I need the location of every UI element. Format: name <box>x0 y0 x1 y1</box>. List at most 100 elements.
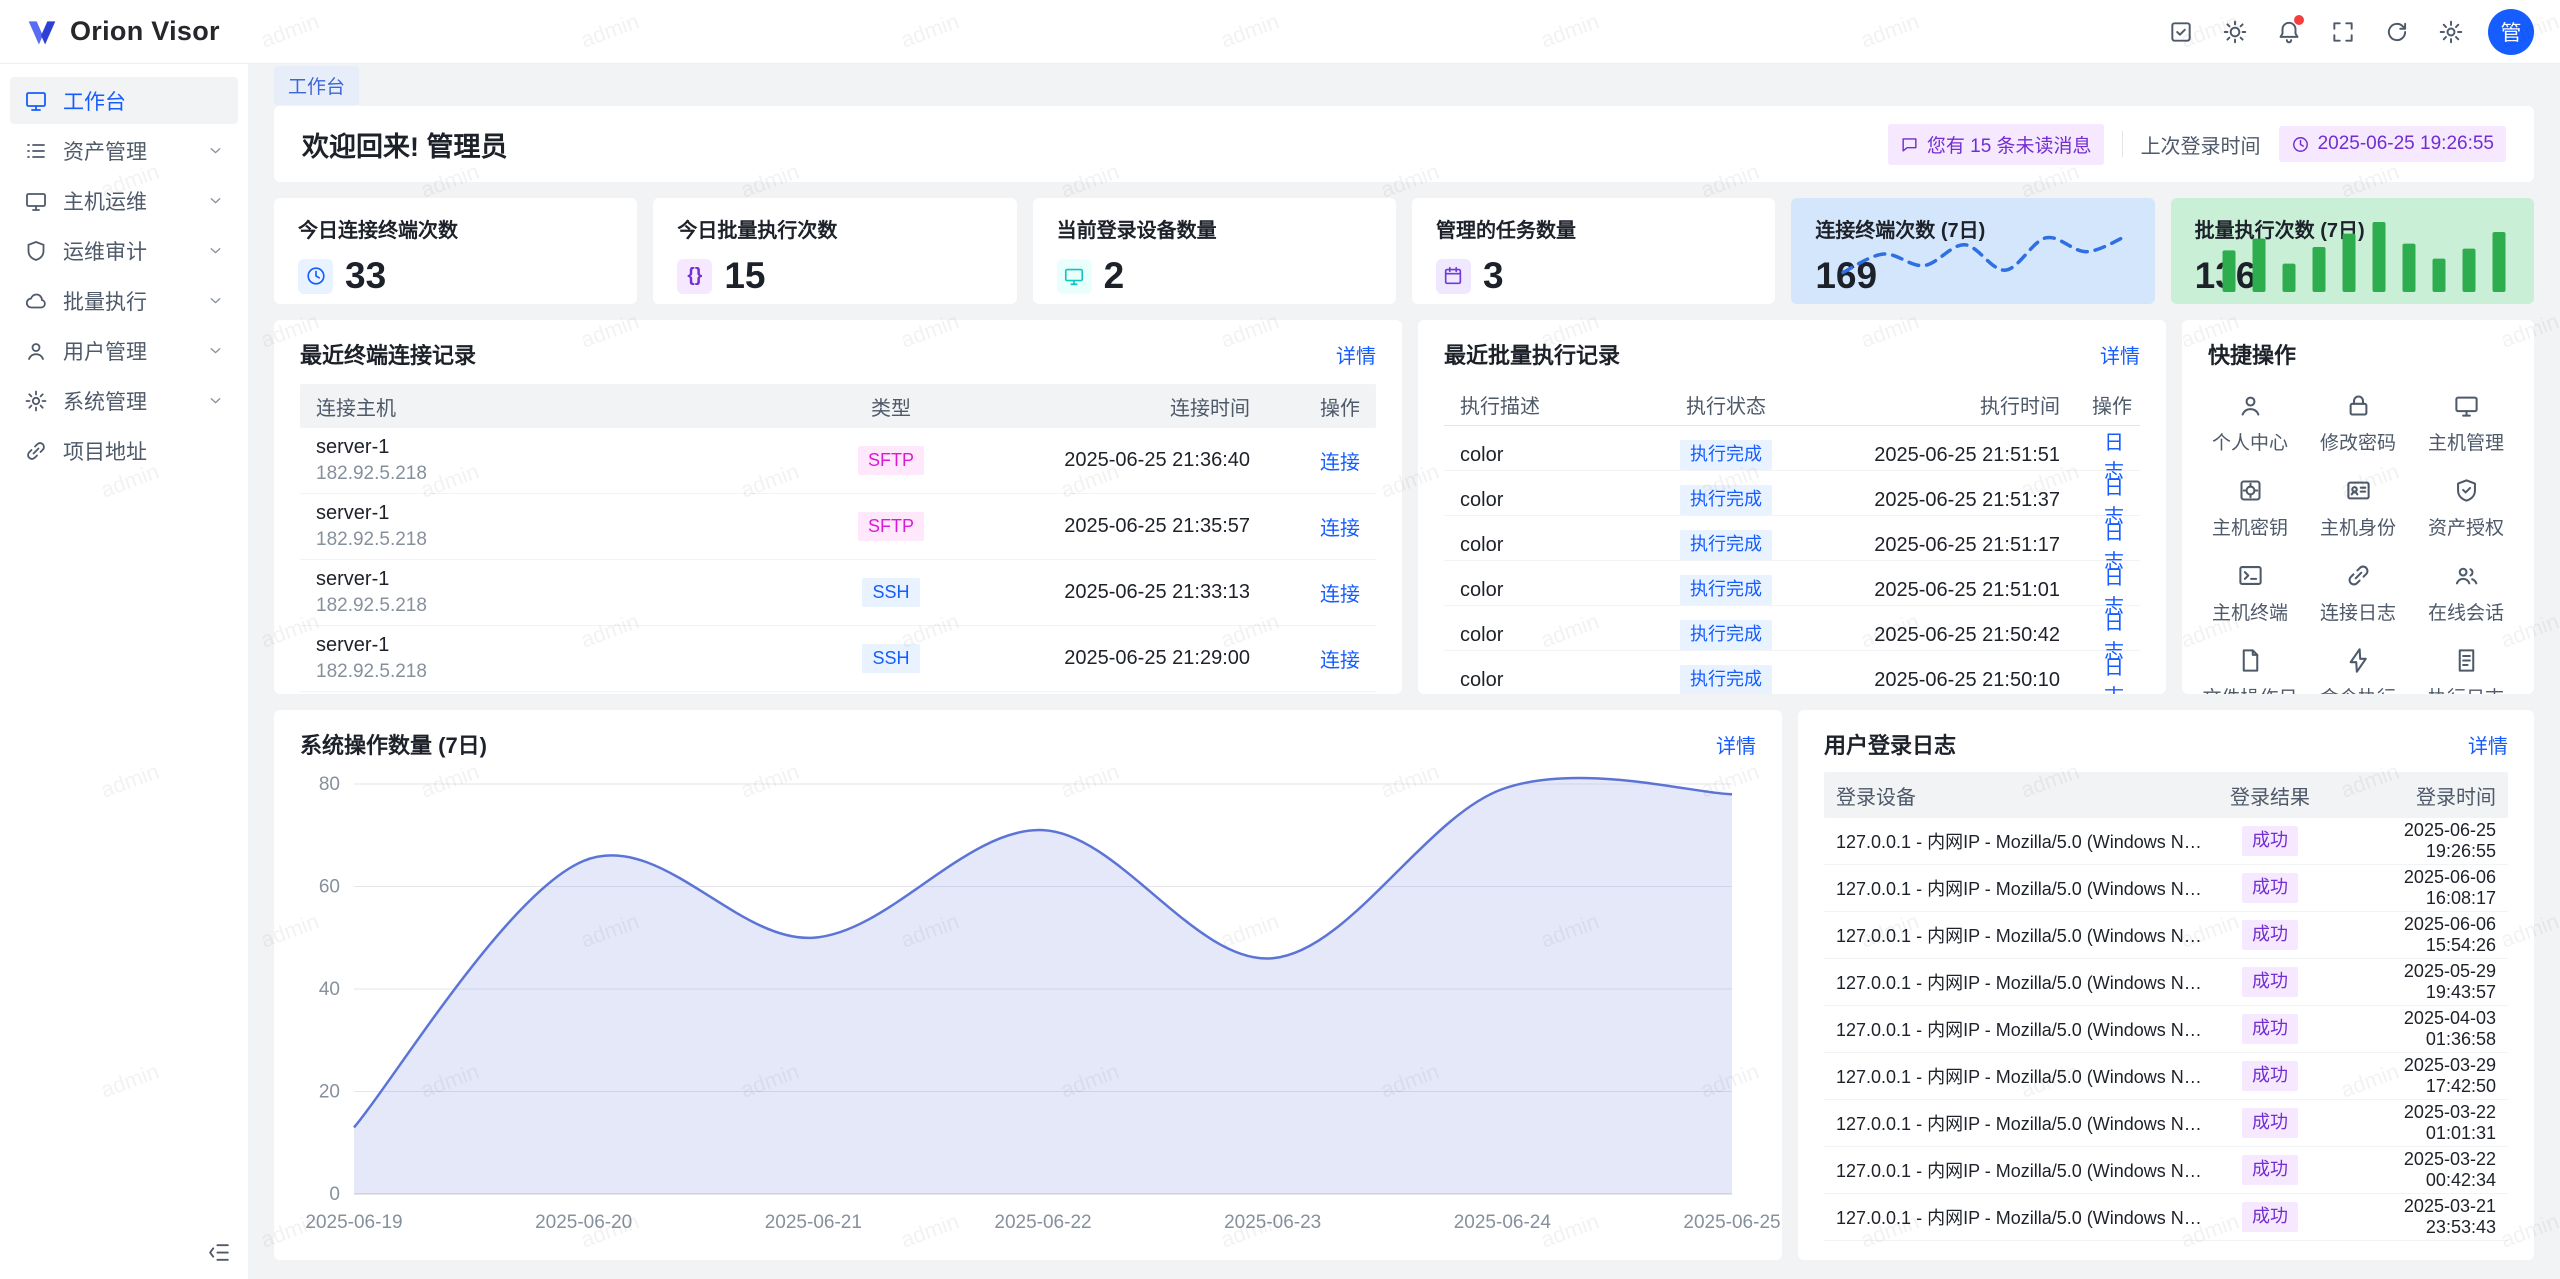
quick-action-execution-logs[interactable]: 执行日志 <box>2412 647 2520 694</box>
app-title: Orion Visor <box>70 16 220 47</box>
time-cell: 2025-06-25 19:26:55 <box>2322 820 2508 862</box>
table-row: 127.0.0.1 - 内网IP - Mozilla/5.0 (Windows … <box>1824 818 2508 865</box>
time-cell: 2025-06-25 21:51:37 <box>1806 489 2076 512</box>
stat-card-today-batch: 今日批量执行次数{}15 <box>653 198 1016 304</box>
content: 欢迎回来! 管理员 您有 15 条未读消息 上次登录时间 2025-06-25 … <box>248 106 2560 1272</box>
sidebar-item-host-ops[interactable]: 主机运维 <box>10 177 238 224</box>
brand[interactable]: Orion Visor <box>26 16 220 48</box>
notification-bell-icon[interactable] <box>2266 9 2312 55</box>
connect-link[interactable]: 连接 <box>1320 650 1360 672</box>
sidebar-item-project[interactable]: 项目地址 <box>10 427 238 474</box>
user-avatar[interactable]: 管 <box>2488 9 2534 55</box>
quick-action-host-management[interactable]: 主机管理 <box>2412 392 2520 455</box>
connect-link[interactable]: 连接 <box>1320 584 1360 606</box>
terminal-table-header: 连接主机类型连接时间操作 <box>300 384 1376 428</box>
quick-action-file-operation-logs[interactable]: 文件操作日志 <box>2196 647 2304 694</box>
theme-light-icon[interactable] <box>2212 9 2258 55</box>
breadcrumb: 工作台 <box>248 64 2560 106</box>
unread-messages-text: 您有 15 条未读消息 <box>1927 131 2092 158</box>
login-logs-panel: 用户登录日志 详情 登录设备登录结果登录时间 127.0.0.1 - 内网IP … <box>1798 710 2534 1260</box>
panel-title: 用户登录日志 <box>1824 728 1956 760</box>
quick-action-connection-logs[interactable]: 连接日志 <box>2304 562 2412 625</box>
quick-action-asset-authorization[interactable]: 资产授权 <box>2412 477 2520 540</box>
status-cell: 执行完成 <box>1646 665 1806 694</box>
host-name: server-1 <box>316 568 800 591</box>
result-badge: 成功 <box>2242 826 2298 856</box>
stat-value: 15 <box>724 255 765 297</box>
main-area: 工作台 欢迎回来! 管理员 您有 15 条未读消息 上次登录时间 2025-06… <box>248 64 2560 1279</box>
last-login-time-badge: 2025-06-25 19:26:55 <box>2279 126 2506 162</box>
svg-text:0: 0 <box>329 1184 340 1205</box>
quick-action-label: 主机管理 <box>2428 428 2504 455</box>
login-details-link[interactable]: 详情 <box>2468 730 2508 759</box>
sidebar-item-workbench[interactable]: 工作台 <box>10 77 238 124</box>
svg-text:2025-06-22: 2025-06-22 <box>994 1212 1091 1233</box>
time-cell: 2025-05-29 19:43:57 <box>2322 961 2508 1003</box>
table-row: 127.0.0.1 - 内网IP - Mozilla/5.0 (Windows … <box>1824 1147 2508 1194</box>
table-row: 127.0.0.1 - 内网IP - Mozilla/5.0 (Windows … <box>1824 1053 2508 1100</box>
login-table: 登录设备登录结果登录时间 127.0.0.1 - 内网IP - Mozilla/… <box>1824 772 2508 1241</box>
quick-action-command-execution[interactable]: 命令执行 <box>2304 647 2412 694</box>
panel-title: 快捷操作 <box>2208 338 2296 370</box>
terminal-icon <box>2237 562 2264 589</box>
sidebar-item-users[interactable]: 用户管理 <box>10 327 238 374</box>
ops-details-link[interactable]: 详情 <box>1716 730 1756 759</box>
app-logo-icon <box>26 16 58 48</box>
unread-messages-badge[interactable]: 您有 15 条未读消息 <box>1888 124 2104 165</box>
quick-action-host-identity[interactable]: 主机身份 <box>2304 477 2412 540</box>
header-icon-group <box>2158 9 2474 55</box>
refresh-icon[interactable] <box>2374 9 2420 55</box>
table-row: 127.0.0.1 - 内网IP - Mozilla/5.0 (Windows … <box>1824 865 2508 912</box>
quick-action-change-password[interactable]: 修改密码 <box>2304 392 2412 455</box>
stat-value: 33 <box>345 255 386 297</box>
quick-action-personal-center[interactable]: 个人中心 <box>2196 392 2304 455</box>
settings-gear-icon[interactable] <box>2428 9 2474 55</box>
svg-text:40: 40 <box>319 979 340 1000</box>
batch-records-panel: 最近批量执行记录 详情 执行描述执行状态执行时间操作 color执行完成2025… <box>1418 320 2166 694</box>
middle-row: 最近终端连接记录 详情 连接主机类型连接时间操作 server-1182.92.… <box>274 320 2534 694</box>
result-cell: 成功 <box>2218 1014 2322 1044</box>
quick-action-host-keys[interactable]: 主机密钥 <box>2196 477 2304 540</box>
quick-action-label: 执行日志 <box>2428 683 2504 694</box>
table-row: color执行完成2025-06-25 21:51:01日志 <box>1444 561 2140 606</box>
status-cell: 执行完成 <box>1646 485 1806 515</box>
sidebar-item-system[interactable]: 系统管理 <box>10 377 238 424</box>
sidebar-item-audit[interactable]: 运维审计 <box>10 227 238 274</box>
terminal-details-link[interactable]: 详情 <box>1336 340 1376 369</box>
quick-action-label: 主机身份 <box>2320 513 2396 540</box>
sidebar-item-label: 批量执行 <box>63 286 192 316</box>
batch-details-link[interactable]: 详情 <box>2100 340 2140 369</box>
quick-action-online-sessions[interactable]: 在线会话 <box>2412 562 2520 625</box>
sidebar-item-label: 用户管理 <box>63 336 192 366</box>
column-header: 执行状态 <box>1646 390 1806 419</box>
host-cell: server-1182.92.5.218 <box>300 436 816 485</box>
panel-title: 最近终端连接记录 <box>300 338 476 370</box>
sidebar-collapse-icon[interactable] <box>207 1240 232 1265</box>
log-link[interactable]: 日志 <box>2104 657 2124 694</box>
breadcrumb-tag-workbench[interactable]: 工作台 <box>274 66 359 105</box>
quick-action-host-terminal[interactable]: 主机终端 <box>2196 562 2304 625</box>
time-cell: 2025-06-25 21:50:42 <box>1806 624 2076 647</box>
message-icon <box>1900 135 1919 154</box>
column-header: 登录设备 <box>1824 781 2218 810</box>
batch-table-body: color执行完成2025-06-25 21:51:51日志color执行完成2… <box>1444 426 2140 694</box>
result-badge: 成功 <box>2242 1108 2298 1138</box>
connect-link[interactable]: 连接 <box>1320 518 1360 540</box>
connect-link[interactable]: 连接 <box>1320 452 1360 474</box>
sidebar-item-assets[interactable]: 资产管理 <box>10 127 238 174</box>
description-cell: color <box>1444 669 1646 692</box>
host-ip: 182.92.5.218 <box>316 661 800 683</box>
result-badge: 成功 <box>2242 873 2298 903</box>
device-cell: 127.0.0.1 - 内网IP - Mozilla/5.0 (Windows … <box>1824 1016 2218 1042</box>
todo-check-icon[interactable] <box>2158 9 2204 55</box>
result-cell: 成功 <box>2218 1061 2322 1091</box>
device-cell: 127.0.0.1 - 内网IP - Mozilla/5.0 (Windows … <box>1824 875 2218 901</box>
quick-action-label: 连接日志 <box>2320 598 2396 625</box>
table-row: server-1182.92.5.218SFTP2025-06-25 21:35… <box>300 494 1376 560</box>
shieldcheck-icon <box>2453 477 2480 504</box>
last-login-time: 2025-06-25 19:26:55 <box>2318 133 2494 155</box>
svg-text:2025-06-23: 2025-06-23 <box>1224 1212 1321 1233</box>
sidebar-item-batch-exec[interactable]: 批量执行 <box>10 277 238 324</box>
fullscreen-icon[interactable] <box>2320 9 2366 55</box>
batch-table-header: 执行描述执行状态执行时间操作 <box>1444 384 2140 426</box>
